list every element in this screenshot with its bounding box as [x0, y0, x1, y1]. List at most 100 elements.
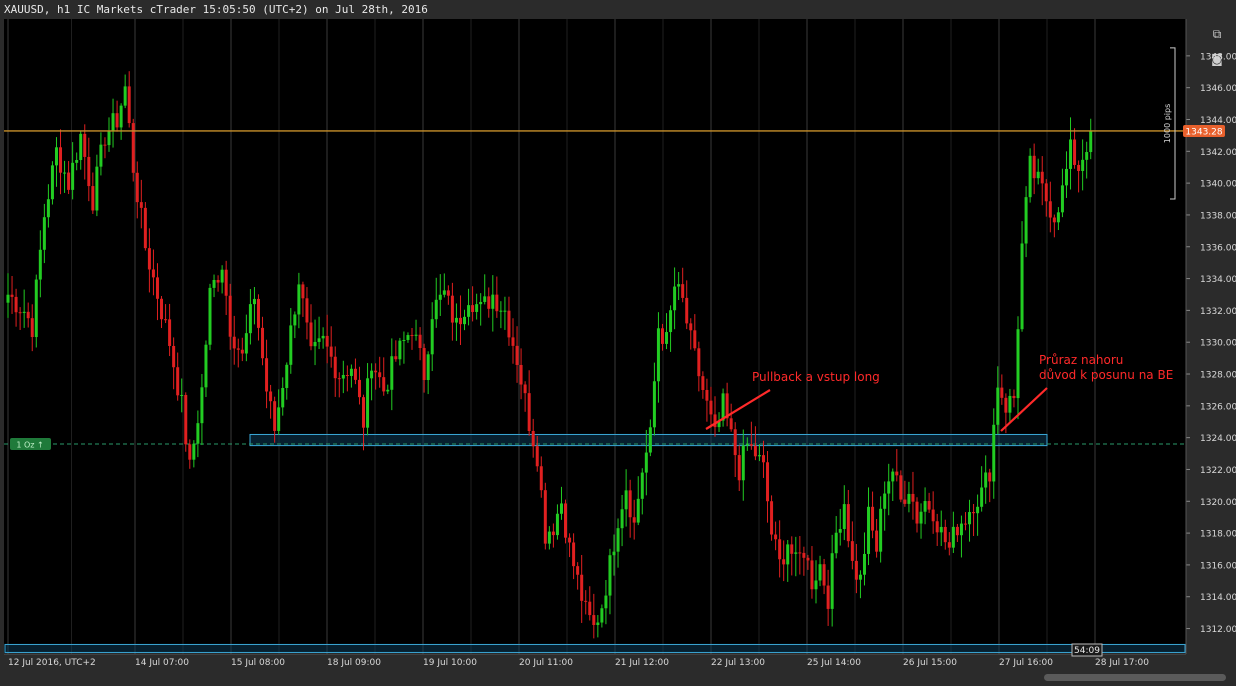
candle-body — [357, 379, 361, 398]
annotation-pullback: Pullback a vstup long — [752, 370, 880, 384]
candle-body — [1073, 139, 1077, 165]
candle-body — [176, 367, 180, 396]
candle-body — [632, 517, 636, 523]
candle-body — [313, 341, 317, 347]
candle-body — [115, 113, 119, 128]
candle-body — [721, 393, 725, 421]
candle-body — [576, 566, 580, 575]
candle-body — [527, 393, 531, 431]
candle-body — [782, 559, 786, 565]
y-tick-label: 1314.00 — [1200, 593, 1236, 603]
x-tick-label: 14 Jul 07:00 — [135, 658, 189, 668]
candle-body — [790, 544, 794, 554]
candle-body — [265, 358, 269, 392]
candle-body — [155, 277, 159, 299]
candle-body — [374, 370, 378, 373]
candle-body — [697, 348, 701, 377]
candle-body — [669, 310, 673, 333]
candle-body — [107, 131, 111, 146]
candle-body — [535, 446, 539, 467]
candle-body — [895, 471, 899, 476]
y-tick-label: 1340.00 — [1200, 180, 1236, 190]
candle-body — [390, 356, 394, 390]
candle-body — [951, 526, 955, 548]
candle-body — [1064, 168, 1068, 186]
candle-body — [196, 423, 200, 444]
candle-body — [297, 284, 301, 315]
candlestick-chart[interactable]: 12 Jul 2016, UTC+2 14 Jul 07:00 15 Jul 08:… — [0, 0, 1236, 686]
candle-body — [915, 501, 919, 524]
candle-body — [261, 327, 265, 359]
candle-body — [794, 552, 798, 554]
candle-body — [1004, 397, 1008, 413]
candle-body — [321, 335, 325, 339]
candle-body — [652, 381, 656, 428]
candle-body — [18, 312, 22, 314]
candle-body — [1077, 164, 1081, 171]
candle-body — [858, 574, 862, 580]
x-tick-label: 26 Jul 15:00 — [903, 658, 957, 668]
candle-body — [826, 585, 830, 609]
candle-body — [345, 374, 349, 376]
y-tick-label: 1330.00 — [1200, 339, 1236, 349]
candle-body — [620, 509, 624, 529]
candle-body — [547, 531, 551, 544]
candle-body — [422, 348, 426, 381]
candle-body — [30, 318, 34, 338]
candle-body — [749, 444, 753, 446]
candle-body — [119, 105, 123, 128]
annotation-breakout-line2: důvod k posunu na BE — [1039, 368, 1173, 382]
candle-body — [745, 444, 749, 446]
candle-body — [438, 294, 442, 300]
candle-body — [135, 172, 139, 203]
candle-body — [410, 335, 414, 337]
candle-body — [660, 328, 664, 344]
candle-body — [309, 322, 313, 347]
candle-body — [588, 601, 592, 616]
candle-body — [83, 133, 87, 157]
y-tick-label: 1344.00 — [1200, 116, 1236, 126]
candle-body — [164, 319, 168, 321]
annotation-breakout-line1: Průraz nahoru — [1039, 353, 1123, 367]
candle-body — [317, 338, 321, 342]
candle-body — [244, 333, 248, 354]
x-tick-label: 28 Jul 17:00 — [1095, 658, 1149, 668]
candle-body — [180, 394, 184, 396]
candle-body — [10, 294, 14, 297]
candle-body — [1052, 217, 1056, 223]
candle-body — [770, 501, 774, 535]
candle-body — [127, 86, 131, 124]
candle-body — [454, 317, 458, 323]
candle-body — [208, 287, 212, 345]
candle-body — [992, 424, 996, 482]
candle-body — [402, 339, 406, 341]
chart-window: XAUUSD, h1 IC Markets cTrader 15:05:50 (… — [0, 0, 1236, 686]
candle-body — [216, 279, 220, 283]
y-tick-label: 1348.00 — [1200, 52, 1236, 62]
candle-body — [955, 526, 959, 536]
candle-body — [236, 348, 240, 350]
candle-body — [976, 506, 980, 514]
x-tick-label: 18 Jul 09:00 — [327, 658, 381, 668]
x-tick-label: 20 Jul 11:00 — [519, 658, 573, 668]
lower-zone[interactable] — [4, 643, 1186, 653]
candle-body — [628, 490, 632, 518]
candle-body — [883, 493, 887, 509]
candle-body — [757, 455, 761, 457]
candle-body — [301, 284, 305, 299]
candle-body — [426, 354, 430, 381]
y-tick-label: 1318.00 — [1200, 530, 1236, 540]
candle-body — [442, 290, 446, 295]
candle-body — [446, 290, 450, 296]
candle-body — [103, 144, 107, 146]
candle-body — [802, 552, 806, 558]
candle-body — [559, 503, 563, 514]
candle-body — [927, 501, 931, 510]
candle-body — [564, 503, 568, 538]
candle-body — [123, 86, 127, 106]
y-tick-label: 1332.00 — [1200, 307, 1236, 317]
candle-body — [911, 493, 915, 502]
candle-body — [568, 537, 572, 543]
candle-body — [333, 356, 337, 379]
candle-body — [531, 430, 535, 447]
